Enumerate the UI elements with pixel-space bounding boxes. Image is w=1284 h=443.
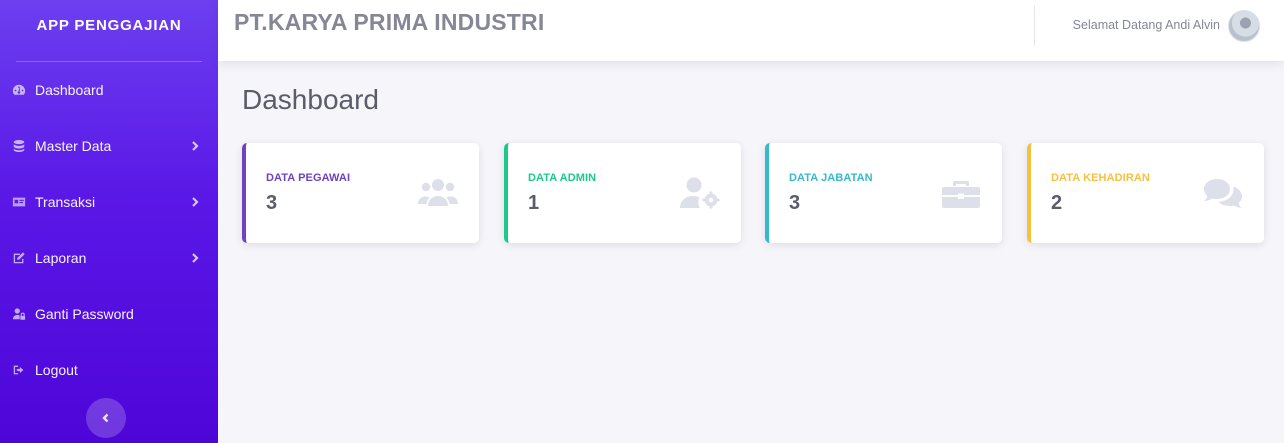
stat-card-jabatan: DATA JABATAN 3 (765, 143, 1002, 243)
chevron-right-icon (190, 253, 200, 263)
database-icon (11, 138, 27, 154)
sign-out-icon (11, 362, 27, 378)
card-label: DATA KEHADIRAN (1051, 172, 1150, 184)
page-title: Dashboard (242, 84, 379, 115)
briefcase-icon (940, 176, 982, 210)
user-lock-icon (11, 306, 27, 322)
welcome-text[interactable]: Selamat Datang Andi Alvin (1073, 18, 1220, 32)
edit-icon (11, 250, 27, 266)
user-cog-icon (679, 176, 721, 210)
topbar: PT.KARYA PRIMA INDUSTRI Selamat Datang A… (218, 0, 1284, 61)
sidebar-item-dashboard[interactable]: Dashboard (0, 62, 218, 118)
chevron-left-icon (102, 413, 109, 423)
sidebar-brand[interactable]: APP PENGGAJIAN (0, 0, 218, 50)
card-label: DATA JABATAN (789, 172, 873, 184)
sidebar-item-label: Master Data (35, 138, 112, 154)
card-label: DATA PEGAWAI (266, 172, 351, 184)
id-card-icon (11, 194, 27, 210)
tachometer-icon (11, 82, 27, 98)
card-value: 3 (789, 192, 801, 214)
sidebar-item-label: Logout (35, 362, 78, 378)
sidebar-item-ganti-password[interactable]: Ganti Password (0, 286, 218, 342)
sidebar-item-master-data[interactable]: Master Data (0, 118, 218, 174)
sidebar-item-laporan[interactable]: Laporan (0, 230, 218, 286)
sidebar-item-transaksi[interactable]: Transaksi (0, 174, 218, 230)
sidebar: APP PENGGAJIAN Dashboard Master Data Tra… (0, 0, 218, 443)
comments-icon (1202, 176, 1244, 210)
stat-card-admin: DATA ADMIN 1 (504, 143, 741, 243)
card-value: 2 (1051, 192, 1063, 214)
stat-card-pegawai: DATA PEGAWAI 3 (242, 143, 479, 243)
sidebar-toggle-button[interactable] (86, 398, 126, 438)
sidebar-item-label: Ganti Password (35, 306, 134, 322)
sidebar-item-label: Laporan (35, 250, 87, 266)
sidebar-item-logout[interactable]: Logout (0, 342, 218, 398)
card-value: 1 (528, 192, 540, 214)
chevron-right-icon (190, 141, 200, 151)
card-label: DATA ADMIN (528, 172, 597, 184)
avatar[interactable] (1228, 10, 1260, 42)
sidebar-item-label: Dashboard (35, 82, 104, 98)
users-icon (417, 176, 459, 210)
stat-card-kehadiran: DATA KEHADIRAN 2 (1027, 143, 1264, 243)
card-value: 3 (266, 192, 278, 214)
topbar-divider (1034, 6, 1035, 46)
sidebar-item-label: Transaksi (35, 194, 96, 210)
sidebar-nav: Dashboard Master Data Transaksi Laporan (0, 62, 218, 398)
chevron-right-icon (190, 197, 200, 207)
company-name: PT.KARYA PRIMA INDUSTRI (234, 9, 545, 35)
